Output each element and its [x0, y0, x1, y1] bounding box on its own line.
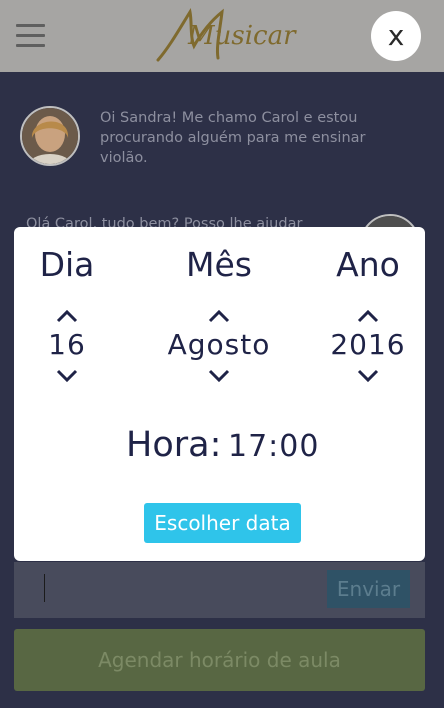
- hamburger-menu-icon[interactable]: [16, 24, 45, 48]
- year-up-arrow-icon[interactable]: [357, 309, 379, 323]
- chat-message-carol: Oi Sandra! Me chamo Carol e estou procur…: [100, 110, 366, 166]
- close-button[interactable]: x: [371, 11, 421, 61]
- date-picker-modal: Dia 16 Mês Agosto Ano 2016 Hora: 17:00 E…: [14, 227, 425, 561]
- send-button[interactable]: Enviar: [327, 570, 410, 608]
- app-header: Musicar x: [0, 0, 444, 72]
- hour-value[interactable]: 17:00: [228, 427, 319, 467]
- day-value: 16: [48, 328, 86, 361]
- avatar-carol: [20, 106, 80, 166]
- message-input-bar[interactable]: Enviar: [14, 562, 425, 618]
- hour-label: Hora:: [126, 425, 222, 465]
- logo-text: Musicar: [188, 21, 296, 51]
- year-value: 2016: [330, 328, 406, 361]
- text-caret: [44, 574, 45, 602]
- month-up-arrow-icon[interactable]: [208, 309, 230, 323]
- day-up-arrow-icon[interactable]: [56, 309, 78, 323]
- day-down-arrow-icon[interactable]: [56, 369, 78, 383]
- month-value: Agosto: [167, 328, 271, 361]
- year-label: Ano: [336, 245, 400, 284]
- month-label: Mês: [186, 245, 252, 284]
- choose-date-button[interactable]: Escolher data: [144, 503, 301, 543]
- day-label: Dia: [39, 245, 95, 284]
- schedule-class-button[interactable]: Agendar horário de aula: [14, 629, 425, 691]
- musicar-logo: Musicar: [150, 6, 296, 66]
- month-down-arrow-icon[interactable]: [208, 369, 230, 383]
- year-down-arrow-icon[interactable]: [357, 369, 379, 383]
